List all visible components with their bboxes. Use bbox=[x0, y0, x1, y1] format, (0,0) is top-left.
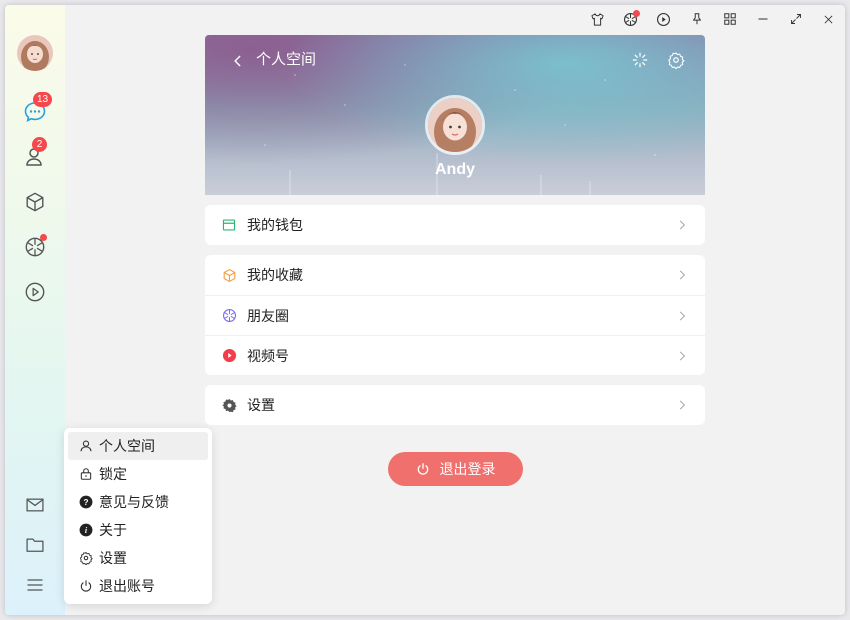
menu-item-label: 我的钱包 bbox=[247, 218, 303, 234]
back-icon[interactable] bbox=[231, 53, 245, 67]
menu-item-label: 我的收藏 bbox=[247, 268, 303, 284]
profile-header: 个人空间 Andy bbox=[205, 35, 705, 195]
profile-avatar[interactable] bbox=[425, 95, 485, 155]
popup-item-about[interactable]: i 关于 bbox=[68, 516, 208, 544]
chevron-right-icon bbox=[679, 220, 686, 230]
menu-item-settings[interactable]: 设置 bbox=[205, 385, 705, 425]
popup-item-label: 关于 bbox=[99, 523, 127, 539]
folder-icon[interactable] bbox=[21, 531, 49, 559]
menu-icon[interactable] bbox=[21, 571, 49, 599]
popup-item-label: 设置 bbox=[99, 551, 127, 567]
favorites-cube-icon bbox=[221, 267, 237, 283]
cube-icon[interactable] bbox=[21, 188, 49, 216]
popup-item-logout-account[interactable]: 退出账号 bbox=[68, 572, 208, 600]
wallet-icon bbox=[221, 217, 237, 233]
user-icon bbox=[79, 439, 93, 453]
user-avatar[interactable] bbox=[17, 35, 53, 71]
username: Andy bbox=[435, 161, 475, 178]
logout-button[interactable]: 退出登录 bbox=[388, 452, 523, 486]
popup-item-label: 退出账号 bbox=[99, 579, 155, 595]
chevron-right-icon bbox=[679, 400, 686, 410]
moments-dot bbox=[40, 234, 47, 241]
popup-item-label: 个人空间 bbox=[99, 439, 155, 455]
power-icon bbox=[79, 579, 93, 593]
menu-item-moments[interactable]: 朋友圈 bbox=[205, 295, 705, 335]
popup-item-label: 意见与反馈 bbox=[99, 495, 169, 511]
info-icon: i bbox=[79, 523, 93, 537]
moments-aperture-icon bbox=[221, 308, 237, 324]
menu-item-label: 朋友圈 bbox=[247, 308, 289, 325]
wallet-card: 我的钱包 bbox=[205, 205, 705, 245]
popup-item-label: 锁定 bbox=[99, 467, 127, 483]
popup-item-feedback[interactable]: ? 意见与反馈 bbox=[68, 488, 208, 516]
features-card: 我的收藏 朋友圈 视频号 bbox=[205, 255, 705, 375]
account-popup-menu: 个人空间 锁定 ? 意见与反馈 i 关于 设置 退出账号 bbox=[64, 428, 212, 604]
contacts-badge: 2 bbox=[32, 137, 47, 152]
settings-card: 设置 bbox=[205, 385, 705, 425]
menu-item-wallet[interactable]: 我的钱包 bbox=[205, 205, 705, 245]
moments-shortcut-dot bbox=[633, 10, 640, 17]
menu-item-favorites[interactable]: 我的收藏 bbox=[205, 255, 705, 295]
close-icon[interactable] bbox=[812, 5, 845, 33]
loading-icon[interactable] bbox=[631, 51, 649, 69]
moments-icon[interactable] bbox=[21, 233, 49, 261]
chevron-right-icon bbox=[679, 270, 686, 280]
skin-icon[interactable] bbox=[581, 5, 614, 33]
popup-item-personal-space[interactable]: 个人空间 bbox=[68, 432, 208, 460]
mail-icon[interactable] bbox=[21, 491, 49, 519]
grid-icon[interactable] bbox=[713, 5, 746, 33]
logout-label: 退出登录 bbox=[439, 462, 496, 478]
menu-item-label: 视频号 bbox=[247, 348, 289, 365]
pin-icon[interactable] bbox=[680, 5, 713, 33]
chevron-right-icon bbox=[679, 311, 686, 321]
question-icon: ? bbox=[79, 495, 93, 509]
minimize-icon[interactable] bbox=[746, 5, 779, 33]
lock-icon bbox=[79, 467, 93, 481]
title-bar-controls bbox=[581, 5, 845, 33]
chat-icon[interactable]: 13 bbox=[21, 92, 53, 126]
contacts-icon[interactable]: 2 bbox=[21, 137, 49, 171]
menu-item-channels[interactable]: 视频号 bbox=[205, 335, 705, 375]
power-icon bbox=[417, 463, 428, 475]
header-settings-icon[interactable] bbox=[667, 51, 685, 70]
popup-item-settings[interactable]: 设置 bbox=[68, 544, 208, 572]
svg-text:?: ? bbox=[84, 498, 89, 507]
maximize-icon[interactable] bbox=[779, 5, 812, 33]
popup-item-lock[interactable]: 锁定 bbox=[68, 460, 208, 488]
settings-gear-icon bbox=[221, 397, 237, 413]
page-title: 个人空间 bbox=[256, 50, 317, 68]
video-channel-icon[interactable] bbox=[21, 278, 49, 306]
menu-item-label: 设置 bbox=[247, 398, 275, 414]
messages-badge: 13 bbox=[33, 92, 53, 107]
moments-shortcut-icon[interactable] bbox=[614, 5, 647, 33]
main-panel: 个人空间 Andy 我的钱包 我的收藏 朋友圈 视频号 设置 bbox=[205, 35, 705, 425]
chevron-right-icon bbox=[679, 351, 686, 361]
channels-play-icon bbox=[221, 348, 237, 364]
app-window: 13 2 个人空间 Andy 我的钱包 我的收藏 朋友圈 视频号 设置 退出登录… bbox=[5, 5, 845, 615]
gear-icon bbox=[79, 551, 93, 565]
video-shortcut-icon[interactable] bbox=[647, 5, 680, 33]
sidebar: 13 2 bbox=[5, 5, 65, 615]
